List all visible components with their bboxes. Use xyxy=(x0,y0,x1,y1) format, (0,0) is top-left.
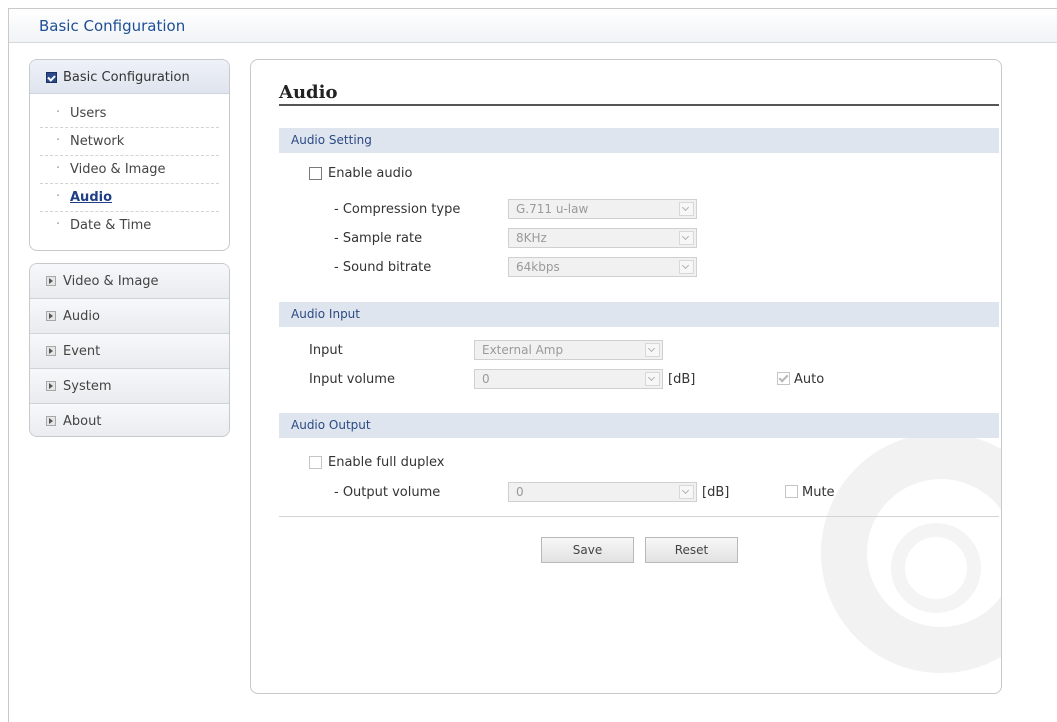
sidebar-item-label: Audio xyxy=(70,190,113,205)
expanded-icon xyxy=(46,72,57,83)
main-panel: Audio Audio Setting Enable audio - Compr… xyxy=(250,59,1002,694)
save-button[interactable]: Save xyxy=(541,537,634,563)
sidebar-section-label: Video & Image xyxy=(63,274,159,289)
sidebar-section-label: About xyxy=(63,414,102,429)
sidebar-item-network[interactable]: · Network xyxy=(40,128,219,156)
output-volume-select[interactable]: 0 xyxy=(508,482,697,502)
sound-bitrate-label: - Sound bitrate xyxy=(334,260,432,275)
select-value: 8KHz xyxy=(516,231,547,245)
sidebar-item-label: Date & Time xyxy=(70,218,152,233)
sidebar-section-audio[interactable]: Audio xyxy=(30,299,229,334)
header-title: Basic Configuration xyxy=(39,17,186,35)
section-heading: Audio Setting xyxy=(291,133,372,147)
sidebar-item-label: Users xyxy=(70,106,107,121)
reset-button[interactable]: Reset xyxy=(645,537,738,563)
auto-label: Auto xyxy=(794,372,825,387)
sidebar-item-label: Network xyxy=(70,134,125,149)
select-value: 0 xyxy=(516,485,524,499)
chevron-down-icon xyxy=(645,372,660,386)
mute-checkbox[interactable] xyxy=(785,485,798,498)
sidebar-item-users[interactable]: · Users xyxy=(40,100,219,128)
enable-full-duplex-label: Enable full duplex xyxy=(328,455,445,470)
input-volume-unit: [dB] xyxy=(668,372,696,387)
sample-rate-label: - Sample rate xyxy=(334,231,423,246)
page-title: Audio xyxy=(279,82,338,103)
top-bar: Basic Configuration xyxy=(9,9,1057,43)
sidebar-submenu: · Users · Network · Video & Image · Audio · D… xyxy=(30,94,229,240)
chevron-down-icon xyxy=(679,202,694,216)
sidebar-section-label: Audio xyxy=(63,309,100,324)
chevron-down-icon xyxy=(679,485,694,499)
compression-type-label: - Compression type xyxy=(334,202,461,217)
sidebar-collapsed-sections: Video & Image Audio Event System About xyxy=(29,263,230,437)
expand-arrow-icon xyxy=(46,276,56,286)
sidebar-section-label: System xyxy=(63,379,112,394)
sidebar-section-event[interactable]: Event xyxy=(30,334,229,369)
expand-arrow-icon xyxy=(46,416,56,426)
sidebar-item-audio[interactable]: · Audio xyxy=(40,184,219,212)
input-select[interactable]: External Amp xyxy=(474,340,663,360)
enable-audio-label: Enable audio xyxy=(328,166,413,181)
form-divider xyxy=(279,516,999,517)
input-label: Input xyxy=(309,343,343,358)
expand-arrow-icon xyxy=(46,311,56,321)
expand-arrow-icon xyxy=(46,346,56,356)
bullet-icon: · xyxy=(56,217,61,232)
chevron-down-icon xyxy=(645,343,660,357)
input-volume-label: Input volume xyxy=(309,372,395,387)
audio-output-header: Audio Output xyxy=(279,413,999,438)
input-volume-select[interactable]: 0 xyxy=(474,369,663,389)
select-value: 0 xyxy=(482,372,490,386)
gear-watermark-small-icon xyxy=(891,523,981,613)
sidebar-section-system[interactable]: System xyxy=(30,369,229,404)
expand-arrow-icon xyxy=(46,381,56,391)
compression-type-select[interactable]: G.711 u-law xyxy=(508,199,697,219)
section-heading: Audio Output xyxy=(291,418,371,432)
sidebar-item-video-image[interactable]: · Video & Image xyxy=(40,156,219,184)
sidebar-section-about[interactable]: About xyxy=(30,404,229,436)
title-divider xyxy=(279,104,999,106)
chevron-down-icon xyxy=(679,260,694,274)
output-volume-label: - Output volume xyxy=(334,485,441,500)
bullet-icon: · xyxy=(56,105,61,120)
sound-bitrate-select[interactable]: 64kbps xyxy=(508,257,697,277)
sidebar-item-date-time[interactable]: · Date & Time xyxy=(40,212,219,240)
bullet-icon: · xyxy=(56,161,61,176)
sample-rate-select[interactable]: 8KHz xyxy=(508,228,697,248)
sidebar-section-label: Event xyxy=(63,344,101,359)
output-volume-unit: [dB] xyxy=(702,485,730,500)
bullet-icon: · xyxy=(56,189,61,204)
audio-input-header: Audio Input xyxy=(279,302,999,327)
mute-label: Mute xyxy=(802,485,835,500)
sidebar-section-basic-configuration[interactable]: Basic Configuration xyxy=(30,60,229,94)
bullet-icon: · xyxy=(56,133,61,148)
audio-setting-header: Audio Setting xyxy=(279,128,999,153)
select-value: 64kbps xyxy=(516,260,560,274)
select-value: External Amp xyxy=(482,343,564,357)
chevron-down-icon xyxy=(679,231,694,245)
select-value: G.711 u-law xyxy=(516,202,589,216)
enable-full-duplex-checkbox[interactable] xyxy=(309,456,322,469)
auto-checkbox[interactable] xyxy=(777,372,790,385)
sidebar-section-label: Basic Configuration xyxy=(63,70,190,85)
sidebar-item-label: Video & Image xyxy=(70,162,166,177)
section-heading: Audio Input xyxy=(291,307,360,321)
enable-audio-checkbox[interactable] xyxy=(309,167,322,180)
sidebar-open-section: Basic Configuration · Users · Network · Vid… xyxy=(29,59,230,251)
sidebar-section-video-image[interactable]: Video & Image xyxy=(30,264,229,299)
